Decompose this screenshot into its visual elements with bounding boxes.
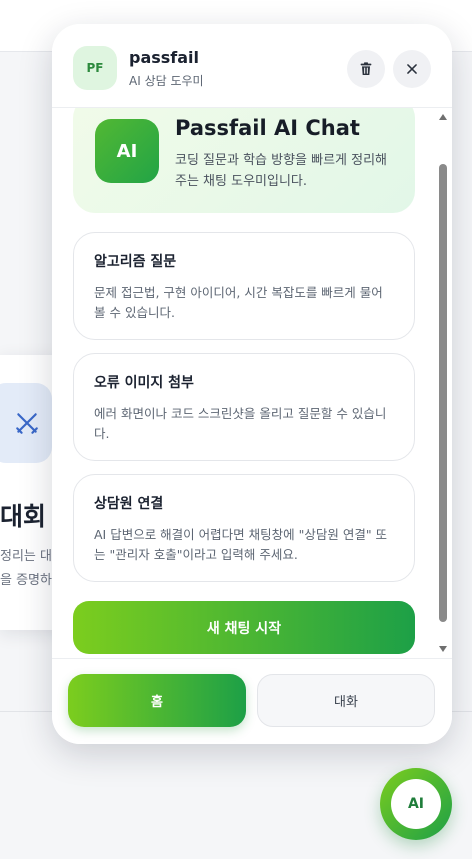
intro-banner: AI Passfail AI Chat 코딩 질문과 학습 방향을 빠르게 정리… bbox=[73, 108, 415, 213]
feature-card-title: 알고리즘 질문 bbox=[94, 254, 177, 270]
feature-card-description: 에러 화면이나 코드 스크린샷을 올리고 질문할 수 있습니다. bbox=[94, 406, 387, 441]
intro-description: 코딩 질문과 학습 방향을 빠르게 정리해 주는 채팅 도우미입니다. bbox=[175, 153, 388, 189]
close-chat-button[interactable] bbox=[393, 50, 431, 88]
brand-avatar: PF bbox=[73, 46, 117, 90]
delete-chat-button[interactable] bbox=[347, 50, 385, 88]
chat-launcher-button[interactable]: AI bbox=[380, 768, 452, 840]
bottom-navigation: 홈 대화 bbox=[52, 658, 452, 744]
feature-card-description: AI 답변으로 해결이 어렵다면 채팅창에 "상담원 연결" 또는 "관리자 호… bbox=[94, 527, 388, 562]
tab-home[interactable]: 홈 bbox=[68, 674, 246, 727]
brand-name: passfail bbox=[129, 48, 200, 67]
new-chat-button[interactable]: 새 채팅 시작 bbox=[73, 601, 415, 654]
scrollbar-thumb[interactable] bbox=[439, 164, 447, 622]
feature-card-title: 상담원 연결 bbox=[94, 496, 164, 512]
background-card-text: 정리는 대 bbox=[0, 549, 52, 564]
feature-card-title: 오류 이미지 첨부 bbox=[94, 375, 194, 391]
scroll-down-arrow-icon[interactable] bbox=[439, 646, 447, 652]
chat-header: PF passfail AI 상담 도우미 bbox=[52, 24, 452, 108]
chat-home-content[interactable]: AI Passfail AI Chat 코딩 질문과 학습 방향을 빠르게 정리… bbox=[52, 108, 452, 658]
chat-panel: PF passfail AI 상담 도우미 AI Passfail AI Cha… bbox=[52, 24, 452, 744]
close-icon bbox=[407, 64, 417, 74]
scroll-up-arrow-icon[interactable] bbox=[439, 114, 447, 120]
background-card-title: 대회 bbox=[0, 502, 47, 531]
feature-card-error-image[interactable]: 오류 이미지 첨부 에러 화면이나 코드 스크린샷을 올리고 질문할 수 있습니… bbox=[73, 353, 415, 461]
brand-subtitle: AI 상담 도우미 bbox=[129, 74, 204, 88]
crossed-swords-icon bbox=[0, 383, 52, 463]
feature-card-agent[interactable]: 상담원 연결 AI 답변으로 해결이 어렵다면 채팅창에 "상담원 연결" 또는… bbox=[73, 474, 415, 582]
background-card-text: 을 증명하 bbox=[0, 573, 52, 588]
feature-card-algorithm[interactable]: 알고리즘 질문 문제 접근법, 구현 아이디어, 시간 복잡도를 빠르게 물어볼… bbox=[73, 232, 415, 340]
intro-title: Passfail AI Chat bbox=[175, 116, 360, 140]
feature-card-description: 문제 접근법, 구현 아이디어, 시간 복잡도를 빠르게 물어볼 수 있습니다. bbox=[94, 285, 383, 320]
chat-launcher-label: AI bbox=[391, 779, 441, 829]
content-scrollbar[interactable] bbox=[437, 108, 449, 658]
trash-icon bbox=[360, 62, 372, 75]
tab-chat[interactable]: 대화 bbox=[257, 674, 435, 727]
ai-badge: AI bbox=[95, 119, 159, 183]
